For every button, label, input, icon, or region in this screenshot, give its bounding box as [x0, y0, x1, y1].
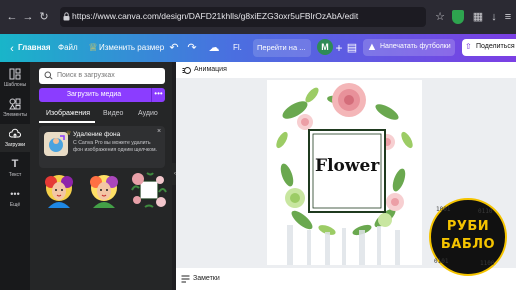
rail-label-elements: Элементы [3, 112, 27, 118]
rail-item-elements[interactable]: Элементы [0, 94, 30, 122]
animation-button[interactable]: Анимация [194, 66, 227, 73]
promo-title: Удаление фона [73, 131, 121, 138]
notes-icon [181, 275, 190, 283]
back-arrow-icon[interactable]: ← [4, 9, 20, 25]
animation-icon [182, 67, 191, 74]
svg-text:0101: 0101 [434, 258, 449, 265]
crown-icon: ♕ [88, 42, 98, 54]
url-text: https://www.canva.com/design/DAFD21khlls… [72, 11, 359, 21]
animation-toolbar: Анимация [176, 62, 516, 78]
chart-icon[interactable]: ▤ [346, 42, 358, 54]
avatar[interactable]: M [317, 39, 333, 55]
background-remover-icon [44, 132, 68, 156]
forward-arrow-icon[interactable]: → [20, 9, 36, 25]
search-icon [44, 71, 53, 80]
cloud-saved-icon[interactable]: ☁ [208, 42, 220, 54]
background-remover-promo: ♕ Удаление фона С Canva Pro вы можете уд… [39, 126, 165, 168]
rail-label-text: Текст [8, 172, 22, 178]
print-label: Напечатать футболки [380, 43, 451, 50]
close-icon[interactable]: × [157, 128, 161, 135]
add-person-icon[interactable]: + [333, 42, 345, 54]
rail-label-templates: Шаблоны [3, 82, 27, 88]
design-title-tab[interactable]: Fl. [233, 34, 242, 62]
search-input[interactable]: Поиск в загрузках [39, 68, 165, 84]
menu-icon[interactable]: ≡ [500, 9, 516, 25]
share-label: Поделиться [476, 43, 515, 50]
reload-icon[interactable]: ↻ [36, 9, 52, 25]
upload-thumbnail[interactable] [39, 170, 79, 210]
svg-text:1100: 1100 [480, 260, 495, 267]
redo-icon[interactable]: ↷ [186, 42, 198, 54]
rail-label-uploads: Загрузки [4, 142, 26, 148]
share-icon: ⇧ [465, 42, 472, 51]
chevron-left-icon[interactable]: ‹ [6, 43, 18, 55]
svg-text:0110: 0110 [478, 208, 493, 215]
templates-icon [9, 68, 21, 80]
svg-text:1001: 1001 [436, 206, 451, 213]
rail-item-templates[interactable]: Шаблоны [0, 64, 30, 92]
rail-item-more[interactable]: ••• Ещё [0, 184, 30, 212]
rail-item-text[interactable]: T Текст [0, 154, 30, 182]
elements-icon [9, 98, 21, 110]
uploads-panel: Поиск в загрузках Загрузить медиа ••• Из… [30, 62, 172, 290]
notes-button[interactable]: Заметки [193, 275, 220, 282]
upload-thumbnail[interactable] [129, 170, 169, 210]
crown-icon: ♕ [66, 131, 72, 137]
tab-video[interactable]: Видео [103, 107, 123, 121]
shield-extension-icon[interactable] [452, 10, 464, 24]
watermark-line1: РУБИ [446, 219, 490, 234]
upload-media-label: Загрузить медиа [66, 91, 122, 98]
more-icon: ••• [10, 189, 20, 199]
channel-watermark-logo: 1001 0110 0101 1100 РУБИ БАБЛО [428, 197, 508, 277]
screen: ← → ↻ https://www.canva.com/design/DAFD2… [0, 0, 516, 290]
active-tab-indicator [39, 121, 95, 123]
upload-media-button[interactable]: Загрузить медиа ••• [39, 88, 165, 102]
design-page[interactable]: Flower [267, 80, 422, 265]
tshirt-icon: ▲ [366, 41, 378, 53]
watermark-line2: БАБЛО [440, 237, 496, 252]
resize-button[interactable]: Изменить размер [99, 34, 164, 62]
design-title-text[interactable]: Flower [315, 156, 379, 176]
upload-more-button[interactable]: ••• [151, 88, 165, 102]
browser-toolbar: ← → ↻ https://www.canva.com/design/DAFD2… [0, 0, 516, 34]
tab-audio[interactable]: Аудио [138, 107, 158, 121]
rail-label-more: Ещё [9, 202, 21, 208]
home-link[interactable]: Главная [18, 34, 51, 62]
upload-thumbnail[interactable] [84, 170, 124, 210]
rail-item-uploads[interactable]: Загрузки [0, 124, 30, 152]
address-bar[interactable]: https://www.canva.com/design/DAFD21khlls… [60, 7, 426, 27]
search-placeholder: Поиск в загрузках [57, 72, 115, 79]
share-button[interactable]: ⇧ Поделиться [462, 39, 516, 56]
uploads-icon [9, 128, 21, 138]
bookmark-star-icon[interactable]: ☆ [432, 9, 448, 25]
tab-images[interactable]: Изображения [46, 107, 90, 121]
promo-text: С Canva Pro вы можете удалить фон изобра… [73, 140, 157, 153]
extension-icon[interactable]: ▦ [470, 9, 486, 25]
file-menu[interactable]: Файл [58, 34, 78, 62]
print-tshirts-button[interactable]: ▲ Напечатать футболки [363, 39, 455, 56]
lock-icon [63, 12, 70, 21]
undo-icon[interactable]: ↶ [168, 42, 180, 54]
goto-label: Перейти на ... [257, 43, 306, 52]
text-icon: T [11, 158, 19, 170]
side-rail: Шаблоны Элементы Загрузки T Текст ••• Ещ… [0, 62, 30, 290]
